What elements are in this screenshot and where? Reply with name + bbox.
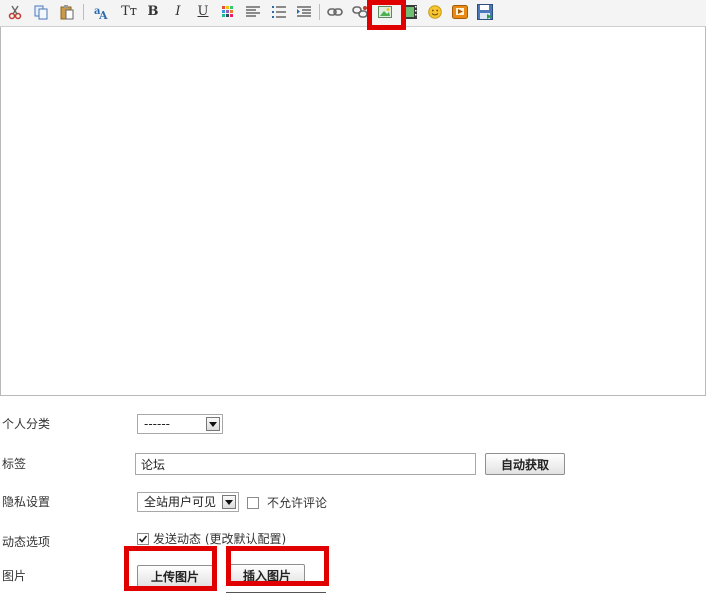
highlight-box-insert-image (226, 546, 329, 586)
align-icon[interactable] (244, 3, 262, 21)
insert-flash-icon[interactable] (451, 3, 469, 21)
tags-input[interactable] (135, 453, 476, 475)
category-select[interactable]: ------ (137, 414, 223, 434)
editor-toolbar: aA Tт B I U (0, 0, 706, 27)
category-label: 个人分类 (2, 417, 51, 431)
save-icon[interactable] (476, 3, 494, 21)
send-dynamic-checkbox[interactable] (137, 533, 149, 545)
auto-fetch-button[interactable]: 自动获取 (485, 453, 565, 475)
dynamic-label: 动态选项 (2, 535, 51, 549)
category-select-value: ------ (144, 417, 170, 431)
privacy-select-value: 全站用户可见 (144, 495, 217, 509)
color-icon[interactable] (219, 3, 237, 21)
font-icon[interactable]: aA (92, 3, 110, 21)
highlight-box-image-tool (367, 0, 406, 30)
chevron-down-icon (222, 495, 236, 509)
chevron-down-icon (206, 417, 220, 431)
privacy-select[interactable]: 全站用户可见 (137, 492, 239, 512)
divider (226, 592, 326, 593)
underline-icon[interactable]: U (194, 3, 212, 21)
toolbar-separator (83, 4, 84, 20)
cut-icon[interactable] (6, 3, 24, 21)
indent-icon[interactable] (295, 3, 313, 21)
privacy-label: 隐私设置 (2, 495, 51, 509)
smiley-icon[interactable] (426, 3, 444, 21)
list-icon[interactable] (270, 3, 288, 21)
svg-text:A: A (98, 9, 108, 20)
editor-content-area[interactable] (0, 27, 706, 396)
no-comment-checkbox[interactable] (247, 497, 259, 509)
link-icon[interactable] (326, 3, 344, 21)
bold-icon[interactable]: B (144, 3, 162, 21)
italic-icon[interactable]: I (169, 3, 187, 21)
send-dynamic-label: 发送动态 (更改默认配置) (153, 532, 287, 546)
toolbar-separator (319, 4, 320, 20)
font-size-icon[interactable]: Tт (118, 3, 140, 21)
no-comment-label: 不允许评论 (267, 496, 328, 510)
paste-icon[interactable] (58, 3, 76, 21)
copy-icon[interactable] (32, 3, 50, 21)
highlight-box-upload-image (124, 546, 217, 591)
image-label: 图片 (2, 569, 27, 583)
tags-label: 标签 (2, 457, 27, 471)
